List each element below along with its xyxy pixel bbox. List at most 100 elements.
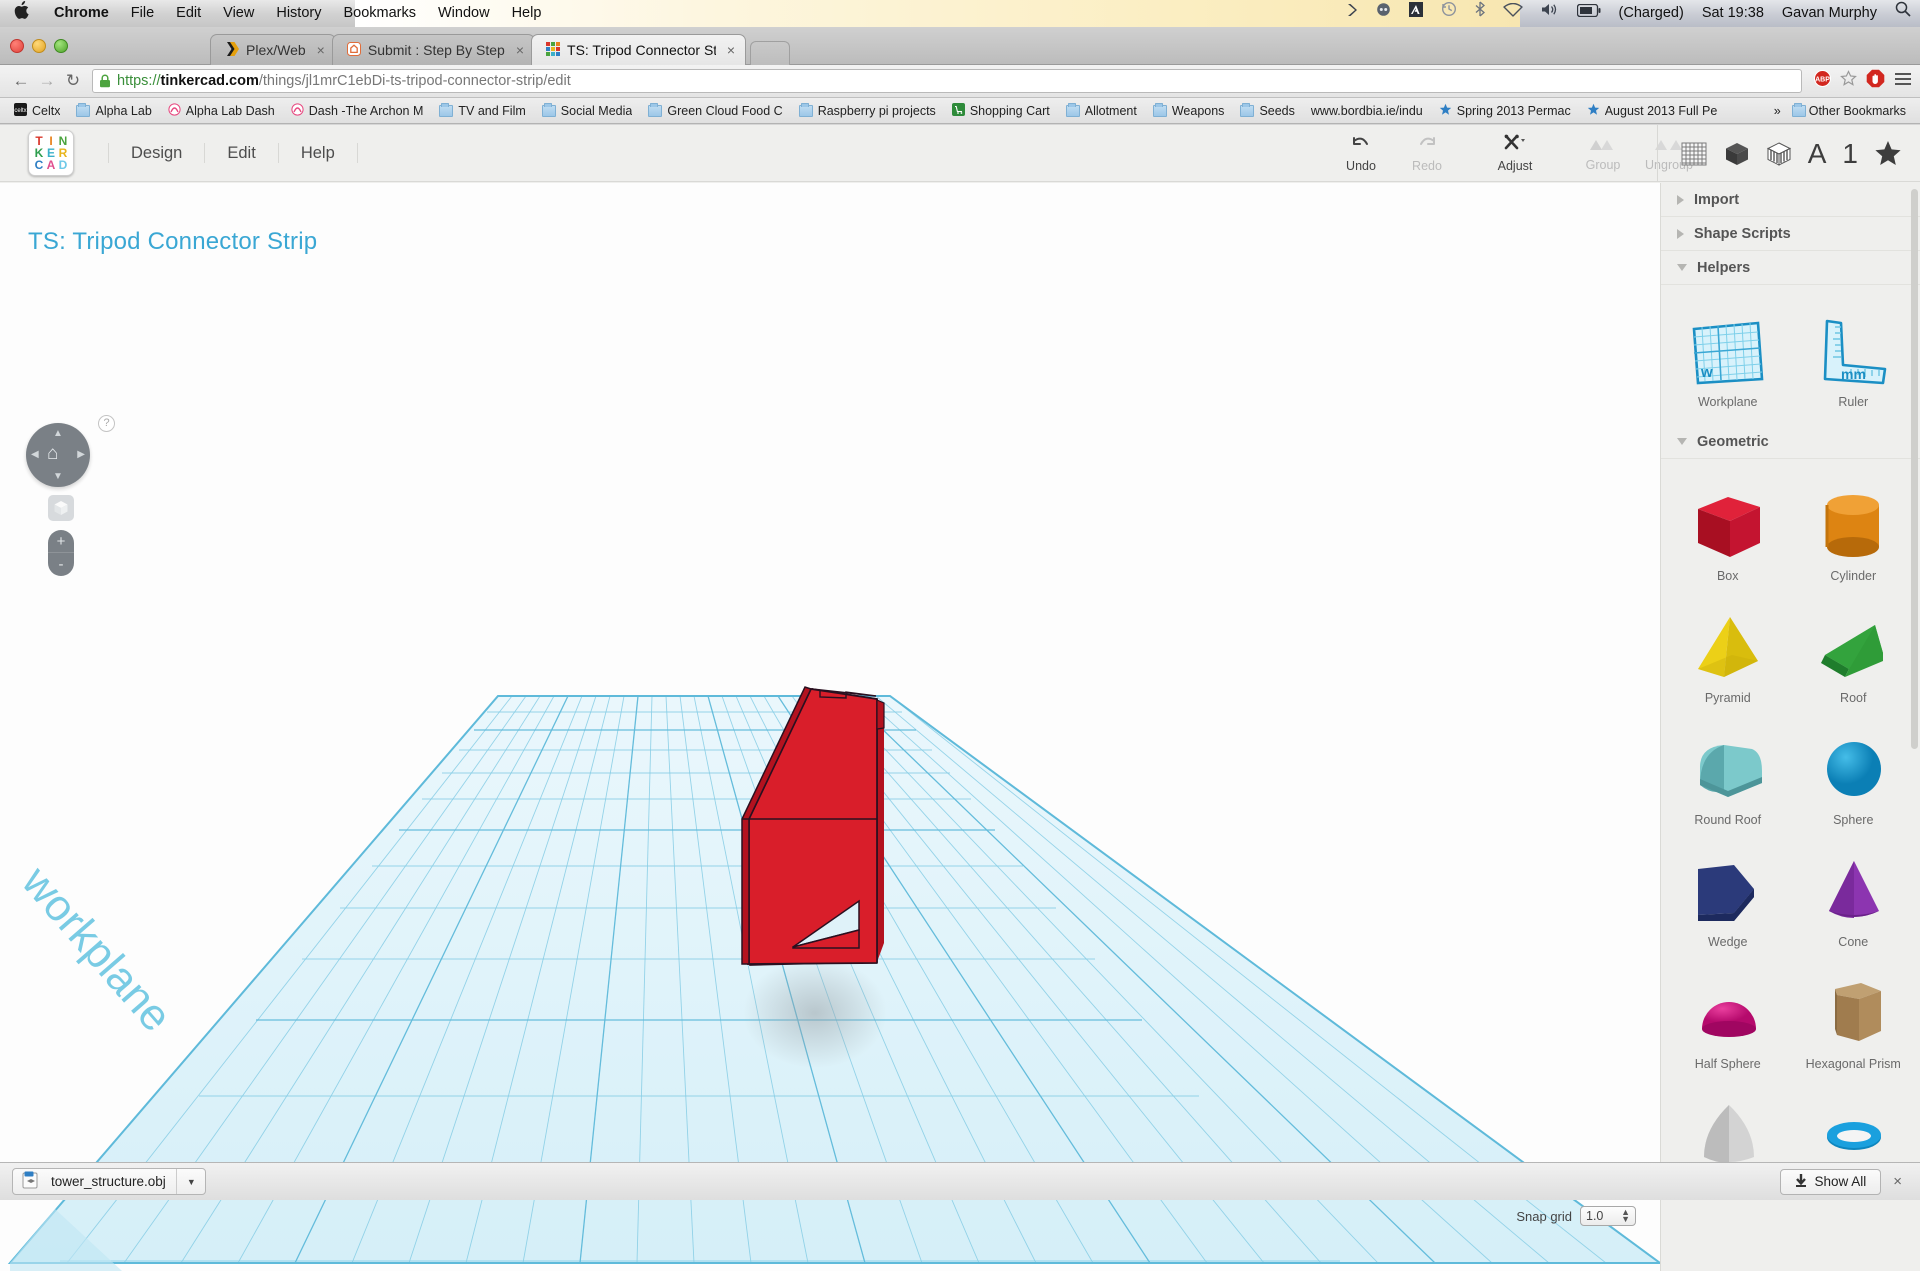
maximize-window-button[interactable]: [54, 39, 68, 53]
menu-file[interactable]: File: [120, 0, 165, 27]
section-header-geometric[interactable]: Geometric: [1661, 425, 1920, 459]
spotlight-search-icon[interactable]: [1886, 0, 1920, 27]
tab-close-icon[interactable]: ×: [727, 42, 735, 58]
bookmark-raspberry-pi-projects[interactable]: Raspberry pi projects: [791, 98, 944, 123]
shape-item-half-sphere[interactable]: Half Sphere: [1665, 953, 1791, 1075]
bookmark-seeds[interactable]: Seeds: [1232, 98, 1302, 123]
shape-item-ruler[interactable]: mm Ruler: [1791, 291, 1917, 413]
menu-item-design[interactable]: Design: [108, 143, 206, 163]
dropdown-caret-icon[interactable]: ▼: [187, 1177, 201, 1187]
reload-icon[interactable]: ↻: [60, 68, 86, 94]
close-window-button[interactable]: [10, 39, 24, 53]
chrome-menu-icon[interactable]: [1894, 71, 1912, 92]
back-arrow-icon[interactable]: ←: [8, 68, 34, 94]
stop-hand-icon[interactable]: [1866, 69, 1885, 93]
zoom-in-button[interactable]: +: [48, 530, 74, 553]
group-button[interactable]: Group: [1572, 128, 1634, 180]
minimize-window-button[interactable]: [32, 39, 46, 53]
menu-bookmarks[interactable]: Bookmarks: [332, 0, 427, 27]
timemachine-icon[interactable]: [1432, 0, 1466, 27]
apple-icon[interactable]: [0, 1, 43, 26]
tab-close-icon[interactable]: ×: [317, 42, 325, 58]
bookmark-weapons[interactable]: Weapons: [1145, 98, 1233, 123]
shape-item-wedge[interactable]: Wedge: [1665, 831, 1791, 953]
view-pan-disc[interactable]: ▲ ▼ ◀ ▶ ⌂: [26, 423, 90, 487]
right-arrow-icon[interactable]: ▶: [77, 449, 85, 460]
home-icon[interactable]: ⌂: [47, 443, 58, 465]
tab-submit-step-by-step[interactable]: Submit : Step By Step ×: [331, 34, 536, 65]
show-all-button[interactable]: Show All: [1780, 1168, 1882, 1195]
workplane-canvas[interactable]: workplane: [0, 183, 1660, 1271]
up-arrow-icon[interactable]: ▲: [53, 428, 63, 439]
view-cube-icon[interactable]: [48, 495, 74, 521]
bookmark-august-2013-full-permaculture[interactable]: August 2013 Full Pe: [1579, 98, 1726, 123]
help-icon[interactable]: ?: [98, 415, 115, 432]
bookmark-alpha-lab[interactable]: Alpha Lab: [68, 98, 159, 123]
bookmark-shopping-cart[interactable]: Shopping Cart: [944, 98, 1058, 123]
tab-plex-web[interactable]: Plex/Web ×: [210, 34, 336, 65]
bookmark-bordbia[interactable]: www.bordbia.ie/indu: [1303, 98, 1431, 123]
clock[interactable]: Sat 19:38: [1693, 0, 1773, 27]
bookmark-star-icon[interactable]: [1840, 70, 1857, 92]
new-tab-button[interactable]: [750, 41, 791, 65]
section-header-helpers[interactable]: Helpers: [1661, 251, 1920, 285]
shape-item-pyramid[interactable]: Pyramid: [1665, 587, 1791, 709]
shape-item-cone[interactable]: Cone: [1791, 831, 1917, 953]
menu-history[interactable]: History: [265, 0, 332, 27]
undo-button[interactable]: Undo: [1330, 128, 1392, 180]
address-bar[interactable]: https://tinkercad.com/things/jl1mrC1ebDi…: [92, 69, 1802, 93]
tinkercad-logo[interactable]: T I N K E R C A D: [28, 130, 74, 176]
star-icon[interactable]: [1874, 140, 1902, 167]
menu-item-help[interactable]: Help: [279, 143, 358, 163]
down-arrow-icon[interactable]: ▼: [53, 471, 63, 482]
bookmark-dash-archon[interactable]: Dash -The Archon M: [283, 98, 432, 123]
redo-button[interactable]: Redo: [1396, 128, 1458, 180]
left-arrow-icon[interactable]: ◀: [31, 449, 39, 460]
striped-cube-icon[interactable]: [1766, 141, 1792, 167]
shape-item-workplane[interactable]: w Workplane: [1665, 291, 1791, 413]
bookmarks-overflow-button[interactable]: »: [1766, 104, 1789, 118]
solid-cube-icon[interactable]: [1724, 141, 1750, 167]
shape-item-round-roof[interactable]: Round Roof: [1665, 709, 1791, 831]
adblock-plus-icon[interactable]: ABP: [1814, 70, 1831, 92]
bookmark-spring-2013-permaculture[interactable]: Spring 2013 Permac: [1431, 98, 1579, 123]
dropbox-icon[interactable]: [1367, 0, 1400, 27]
section-header-import[interactable]: Import: [1661, 183, 1920, 217]
shape-item-box[interactable]: Box: [1665, 465, 1791, 587]
menu-chrome[interactable]: Chrome: [43, 0, 120, 27]
tab-tinkercad-active[interactable]: TS: Tripod Connector Strip ×: [531, 34, 747, 65]
menu-view[interactable]: View: [212, 0, 265, 27]
bluetooth-icon[interactable]: [1466, 0, 1494, 27]
battery-icon[interactable]: [1568, 0, 1610, 27]
adjust-button[interactable]: Adjust: [1484, 128, 1546, 180]
bookmark-celtx[interactable]: celtx Celtx: [6, 98, 68, 123]
3d-viewport[interactable]: workplane TS: Tripod Connector Strip ▲ ▼…: [0, 183, 1660, 1271]
bookmark-allotment[interactable]: Allotment: [1058, 98, 1145, 123]
volume-icon[interactable]: [1532, 0, 1568, 27]
download-item[interactable]: tower_structure.obj ▼: [12, 1168, 206, 1195]
chevron-right-icon[interactable]: [1337, 0, 1367, 27]
forward-arrow-icon[interactable]: →: [34, 68, 60, 94]
letter-a-icon[interactable]: A: [1808, 138, 1827, 170]
menu-item-edit[interactable]: Edit: [205, 143, 279, 163]
shape-item-roof[interactable]: Roof: [1791, 587, 1917, 709]
shapes-panel[interactable]: Import Shape Scripts Helpers w Workplane…: [1660, 183, 1920, 1271]
snap-grid-select[interactable]: 1.0 ▲ ▼: [1580, 1206, 1636, 1226]
section-header-shape-scripts[interactable]: Shape Scripts: [1661, 217, 1920, 251]
tab-close-icon[interactable]: ×: [516, 42, 524, 58]
menu-edit[interactable]: Edit: [165, 0, 212, 27]
grid-plate-icon[interactable]: [1680, 141, 1708, 167]
adobe-icon[interactable]: [1400, 0, 1432, 27]
number-1-icon[interactable]: 1: [1842, 138, 1858, 170]
shape-item-cylinder[interactable]: Cylinder: [1791, 465, 1917, 587]
bookmark-tv-and-film[interactable]: TV and Film: [431, 98, 533, 123]
bookmark-alpha-lab-dash[interactable]: Alpha Lab Dash: [160, 98, 283, 123]
bookmark-green-cloud-food[interactable]: Green Cloud Food C: [640, 98, 790, 123]
user-name[interactable]: Gavan Murphy: [1773, 0, 1886, 27]
menu-window[interactable]: Window: [427, 0, 501, 27]
menu-help[interactable]: Help: [501, 0, 553, 27]
shape-item-sphere[interactable]: Sphere: [1791, 709, 1917, 831]
wifi-icon[interactable]: [1494, 0, 1532, 27]
panel-scrollbar[interactable]: [1911, 189, 1918, 749]
close-downloads-icon[interactable]: ×: [1893, 1173, 1908, 1190]
